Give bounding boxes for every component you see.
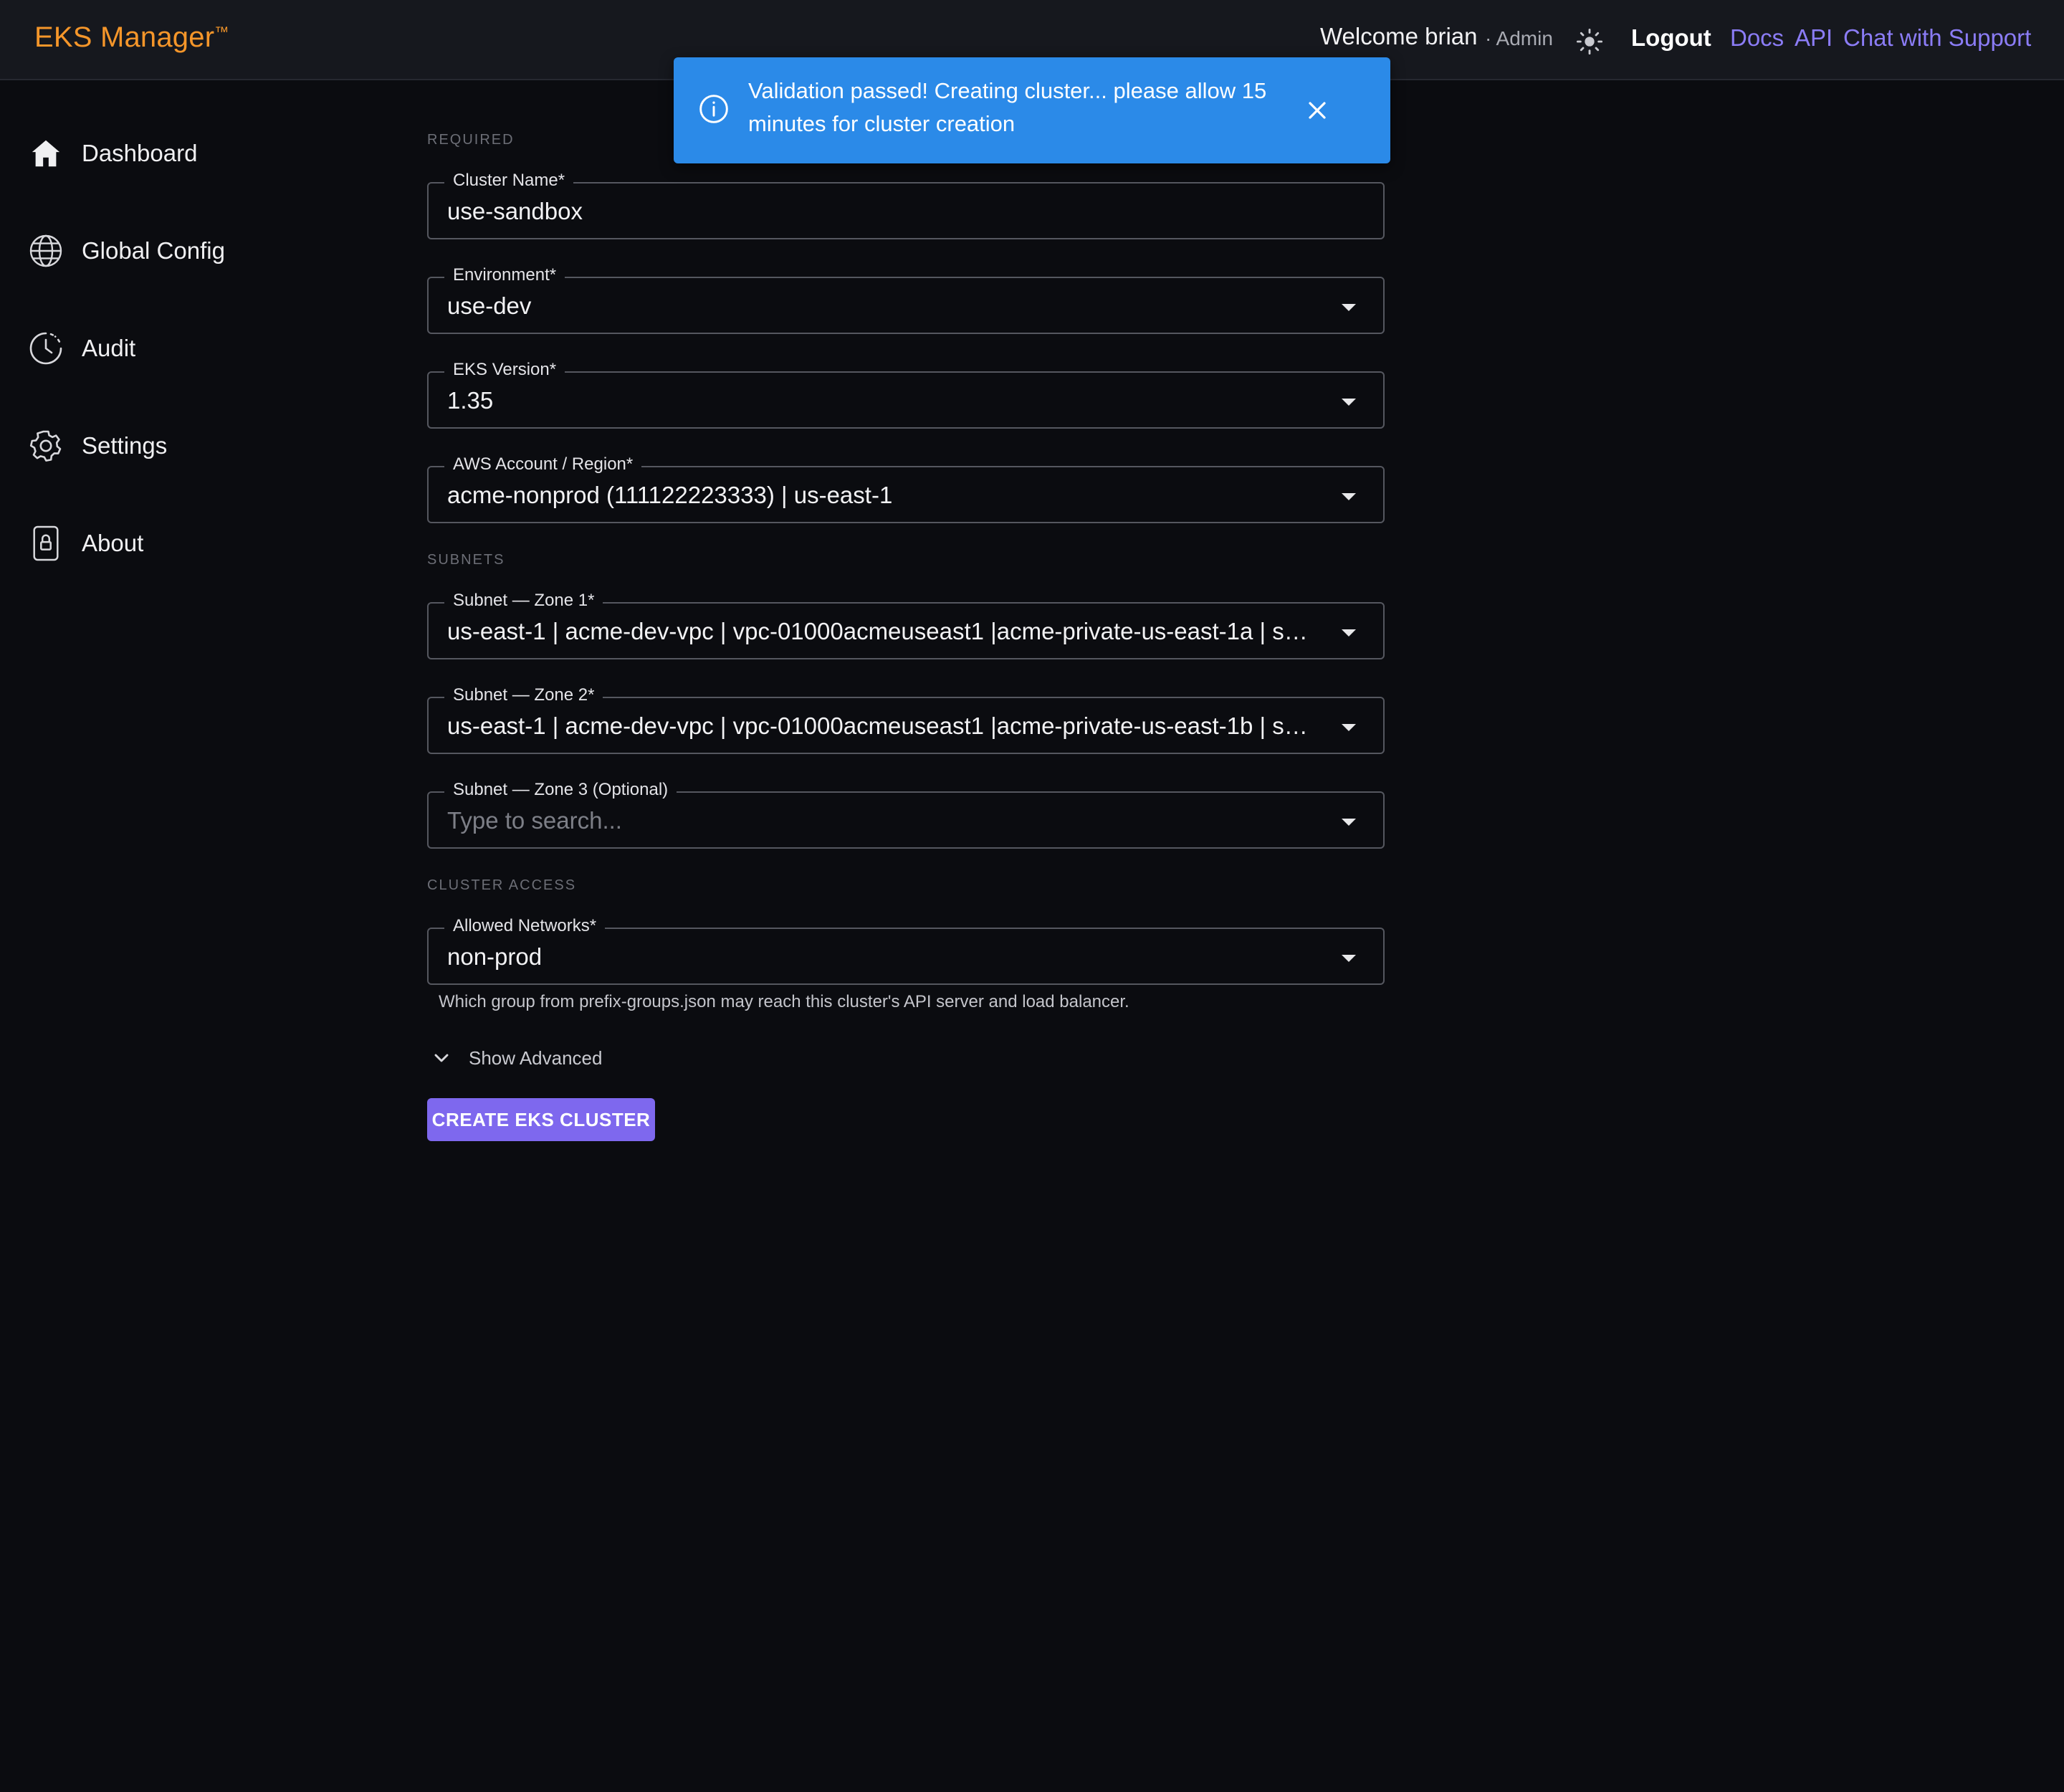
dropdown-arrow-icon[interactable] bbox=[1342, 819, 1356, 826]
environment-select[interactable]: Environment* use-dev bbox=[427, 265, 1385, 334]
sidebar-item-label: About bbox=[82, 530, 144, 556]
toast-close-button[interactable] bbox=[1301, 95, 1333, 126]
theme-toggle-button[interactable] bbox=[1574, 26, 1605, 57]
chevron-down-icon bbox=[434, 1054, 449, 1062]
subnet-zone-1-select[interactable]: Subnet — Zone 1* us-east-1 | acme-dev-vp… bbox=[427, 591, 1385, 659]
sun-icon bbox=[1576, 28, 1603, 55]
selected-value: us-east-1 | acme-dev-vpc | vpc-01000acme… bbox=[447, 618, 1319, 644]
sidebar-item-settings[interactable]: Settings bbox=[27, 424, 328, 467]
app-logo[interactable]: EKS Manager™ bbox=[34, 22, 229, 54]
field-label: Subnet — Zone 2* bbox=[444, 685, 603, 705]
sidebar-item-global-config[interactable]: Global Config bbox=[27, 229, 328, 272]
sidebar-item-audit[interactable]: Audit bbox=[27, 327, 328, 370]
selected-value: us-east-1 | acme-dev-vpc | vpc-01000acme… bbox=[447, 712, 1319, 739]
field-label: Cluster Name* bbox=[444, 171, 574, 191]
sidebar-item-dashboard[interactable]: Dashboard bbox=[27, 132, 328, 175]
dropdown-arrow-icon[interactable] bbox=[1342, 304, 1356, 311]
sidebar-item-label: Audit bbox=[82, 335, 136, 361]
logout-button[interactable]: Logout bbox=[1631, 24, 1711, 52]
field-label: Subnet — Zone 1* bbox=[444, 591, 603, 611]
user-role: · Admin bbox=[1485, 27, 1553, 49]
allowed-networks-helper-text: Which group from prefix-groups.json may … bbox=[439, 992, 1129, 1011]
eks-version-select[interactable]: EKS Version* 1.35 bbox=[427, 360, 1385, 429]
sidebar-item-label: Dashboard bbox=[82, 140, 198, 166]
home-icon bbox=[27, 135, 64, 172]
welcome-text: Welcome brian bbox=[1320, 23, 1478, 49]
sidebar-item-label: Settings bbox=[82, 432, 168, 459]
clock-icon bbox=[27, 330, 64, 367]
info-icon bbox=[699, 95, 728, 123]
app-title: EKS Manager bbox=[34, 22, 215, 53]
trademark-symbol: ™ bbox=[214, 24, 229, 40]
section-label-cluster-access: CLUSTER ACCESS bbox=[427, 877, 577, 893]
sidebar-item-label: Global Config bbox=[82, 237, 225, 264]
subnet-zone-2-select[interactable]: Subnet — Zone 2* us-east-1 | acme-dev-vp… bbox=[427, 685, 1385, 754]
dropdown-arrow-icon[interactable] bbox=[1342, 724, 1356, 731]
dropdown-arrow-icon[interactable] bbox=[1342, 493, 1356, 500]
dropdown-arrow-icon[interactable] bbox=[1342, 629, 1356, 637]
globe-icon bbox=[27, 232, 64, 270]
subnet-zone-3-select[interactable]: Subnet — Zone 3 (Optional) Type to searc… bbox=[427, 780, 1385, 849]
field-label: EKS Version* bbox=[444, 360, 565, 380]
field-label: Allowed Networks* bbox=[444, 916, 606, 936]
field-label: AWS Account / Region* bbox=[444, 454, 642, 475]
field-label: Subnet — Zone 3 (Optional) bbox=[444, 780, 677, 800]
dropdown-arrow-icon[interactable] bbox=[1342, 955, 1356, 962]
show-advanced-toggle[interactable]: Show Advanced bbox=[430, 1045, 602, 1071]
aws-account-region-select[interactable]: AWS Account / Region* acme-nonprod (1111… bbox=[427, 454, 1385, 523]
api-link[interactable]: API bbox=[1795, 24, 1833, 52]
dropdown-arrow-icon[interactable] bbox=[1342, 399, 1356, 406]
show-advanced-label: Show Advanced bbox=[469, 1047, 603, 1069]
info-toast: Validation passed! Creating cluster... p… bbox=[674, 57, 1390, 163]
sidebar-item-about[interactable]: About bbox=[27, 522, 328, 565]
selected-value: acme-nonprod (111122223333) | us-east-1 bbox=[447, 482, 893, 508]
search-input[interactable]: Type to search... bbox=[447, 807, 1319, 834]
chat-support-link[interactable]: Chat with Support bbox=[1843, 24, 2031, 52]
toast-message: Validation passed! Creating cluster... p… bbox=[748, 78, 1267, 136]
cluster-name-field[interactable]: Cluster Name* use-sandbox bbox=[427, 171, 1385, 239]
section-label-required: REQUIRED bbox=[427, 132, 515, 148]
allowed-networks-select[interactable]: Allowed Networks* non-prod bbox=[427, 916, 1385, 985]
close-icon bbox=[1309, 102, 1326, 119]
section-label-subnets: SUBNETS bbox=[427, 552, 505, 568]
lock-icon bbox=[27, 525, 64, 562]
field-label: Environment* bbox=[444, 265, 565, 285]
docs-link[interactable]: Docs bbox=[1730, 24, 1784, 52]
create-eks-cluster-button[interactable]: CREATE EKS CLUSTER bbox=[427, 1098, 655, 1141]
selected-value: 1.35 bbox=[447, 387, 494, 414]
selected-value: use-dev bbox=[447, 292, 532, 319]
gear-icon bbox=[27, 427, 64, 464]
cluster-name-input[interactable]: use-sandbox bbox=[447, 198, 1319, 225]
selected-value: non-prod bbox=[447, 943, 543, 970]
